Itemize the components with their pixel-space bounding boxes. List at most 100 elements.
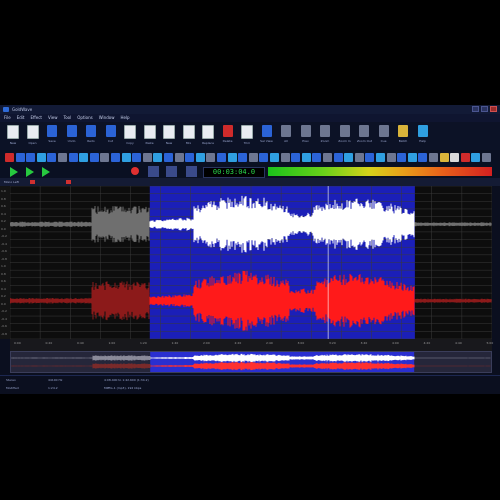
effect-button-icon[interactable] bbox=[482, 153, 491, 162]
paste-new-icon bbox=[163, 125, 175, 139]
toolbar-button-6[interactable]: Copy bbox=[123, 125, 137, 145]
effect-button-icon[interactable] bbox=[153, 153, 163, 162]
effect-button-icon[interactable] bbox=[354, 153, 364, 162]
all-icon bbox=[281, 125, 291, 137]
time-label: 5:00 bbox=[486, 341, 494, 345]
effect-button-icon[interactable] bbox=[132, 153, 142, 162]
toolbar-button-0[interactable]: New bbox=[6, 125, 20, 145]
play-selection-button[interactable] bbox=[24, 166, 35, 177]
toolbar-button-8[interactable]: New bbox=[162, 125, 176, 145]
effect-button-icon[interactable] bbox=[259, 153, 269, 162]
toolbar-button-13[interactable]: Sel View bbox=[260, 125, 274, 143]
effect-button-icon[interactable] bbox=[429, 153, 438, 162]
menu-item-window[interactable]: Window bbox=[99, 114, 115, 122]
time-label: 3:20 bbox=[329, 341, 336, 345]
effect-button-icon[interactable] bbox=[142, 153, 152, 162]
toolbar-button-21[interactable]: Help bbox=[416, 125, 430, 143]
amplitude-label: 0.4 bbox=[1, 286, 6, 291]
toolbar-button-9[interactable]: Mix bbox=[182, 125, 196, 145]
effect-button-icon[interactable] bbox=[471, 153, 481, 162]
record-button[interactable] bbox=[130, 166, 141, 177]
toolbar-button-10[interactable]: Replace bbox=[201, 125, 215, 145]
effect-button-icon[interactable] bbox=[195, 153, 205, 162]
effect-button-icon[interactable] bbox=[460, 153, 470, 162]
effect-button-icon[interactable] bbox=[206, 153, 216, 162]
menu-item-file[interactable]: File bbox=[4, 114, 11, 122]
menu-item-tool[interactable]: Tool bbox=[63, 114, 71, 122]
toolbar-button-4[interactable]: Redo bbox=[84, 125, 98, 143]
effect-button-icon[interactable] bbox=[365, 153, 375, 162]
effect-button-icon[interactable] bbox=[100, 153, 110, 162]
effect-button-icon[interactable] bbox=[450, 153, 460, 162]
toolbar-button-2[interactable]: Save bbox=[45, 125, 59, 143]
toolbar-button-19[interactable]: Cue bbox=[377, 125, 391, 143]
channel-swatch[interactable] bbox=[66, 180, 71, 184]
menu-item-effect[interactable]: Effect bbox=[30, 114, 42, 122]
effect-button-icon[interactable] bbox=[301, 153, 311, 162]
toolbar-button-5[interactable]: Cut bbox=[104, 125, 118, 143]
effect-button-icon[interactable] bbox=[47, 153, 57, 162]
menu-item-view[interactable]: View bbox=[48, 114, 58, 122]
effect-button-icon[interactable] bbox=[376, 153, 385, 162]
effect-button-icon[interactable] bbox=[217, 153, 226, 162]
effect-button-icon[interactable] bbox=[185, 153, 195, 162]
effect-button-icon[interactable] bbox=[58, 153, 67, 162]
pause-button[interactable] bbox=[148, 166, 159, 177]
paste-icon bbox=[143, 125, 156, 139]
effect-button-icon[interactable] bbox=[291, 153, 301, 162]
toolbar-button-18[interactable]: Zoom Out bbox=[357, 125, 372, 143]
maximize-button[interactable] bbox=[481, 106, 488, 112]
effect-button-icon[interactable] bbox=[26, 153, 36, 162]
track-color-swatch[interactable] bbox=[30, 180, 35, 184]
toolbar-button-3[interactable]: Undo bbox=[65, 125, 79, 143]
effect-button-icon[interactable] bbox=[68, 153, 78, 162]
waveform-canvas[interactable] bbox=[9, 185, 493, 340]
toolbar-button-16[interactable]: Zoom bbox=[318, 125, 332, 143]
toolbar-button-17[interactable]: Zoom In bbox=[338, 125, 352, 143]
effect-button-icon[interactable] bbox=[397, 153, 407, 162]
close-button[interactable] bbox=[490, 106, 497, 112]
menu-item-help[interactable]: Help bbox=[120, 114, 129, 122]
effect-button-icon[interactable] bbox=[227, 153, 237, 162]
effect-button-icon[interactable] bbox=[15, 153, 25, 162]
toolbar-button-7[interactable]: Paste bbox=[143, 125, 157, 145]
effect-button-icon[interactable] bbox=[323, 153, 332, 162]
waveform-view[interactable] bbox=[9, 185, 493, 340]
play-button[interactable] bbox=[8, 166, 19, 177]
effect-button-icon[interactable] bbox=[5, 153, 14, 162]
effect-button-icon[interactable] bbox=[407, 153, 417, 162]
effect-button-icon[interactable] bbox=[270, 153, 279, 162]
effect-button-icon[interactable] bbox=[79, 153, 89, 162]
effect-button-icon[interactable] bbox=[439, 153, 449, 162]
effect-button-icon[interactable] bbox=[164, 153, 173, 162]
overview-canvas[interactable] bbox=[10, 352, 491, 372]
effect-button-icon[interactable] bbox=[333, 153, 343, 162]
effect-button-icon[interactable] bbox=[418, 153, 428, 162]
effect-button-icon[interactable] bbox=[344, 153, 354, 162]
effect-button-icon[interactable] bbox=[312, 153, 322, 162]
overview-bar[interactable] bbox=[10, 351, 492, 373]
toolbar-button-15[interactable]: Prev bbox=[299, 125, 313, 143]
menu-item-options[interactable]: Options bbox=[77, 114, 92, 122]
stop-button[interactable] bbox=[166, 166, 177, 177]
effect-button-icon[interactable] bbox=[174, 153, 184, 162]
minimize-button[interactable] bbox=[472, 106, 479, 112]
effect-button-icon[interactable] bbox=[121, 153, 131, 162]
amplitude-label: -0.8 bbox=[1, 256, 7, 261]
menu-item-edit[interactable]: Edit bbox=[17, 114, 25, 122]
toolbar-button-1[interactable]: Open bbox=[26, 125, 40, 145]
effect-button-icon[interactable] bbox=[111, 153, 120, 162]
toolbar-button-20[interactable]: Batch bbox=[396, 125, 410, 143]
effect-button-icon[interactable] bbox=[89, 153, 99, 162]
effect-button-icon[interactable] bbox=[248, 153, 258, 162]
toolbar-button-11[interactable]: Delete bbox=[221, 125, 235, 143]
toolbar-button-12[interactable]: Trim bbox=[240, 125, 254, 145]
play-from-cursor-button[interactable] bbox=[40, 166, 51, 177]
effect-button-icon[interactable] bbox=[36, 153, 46, 162]
overview-selection[interactable] bbox=[150, 352, 415, 372]
effect-button-icon[interactable] bbox=[280, 153, 290, 162]
effect-button-icon[interactable] bbox=[386, 153, 396, 162]
toolbar-button-14[interactable]: All bbox=[279, 125, 293, 143]
device-button[interactable] bbox=[186, 166, 197, 177]
effect-button-icon[interactable] bbox=[238, 153, 248, 162]
